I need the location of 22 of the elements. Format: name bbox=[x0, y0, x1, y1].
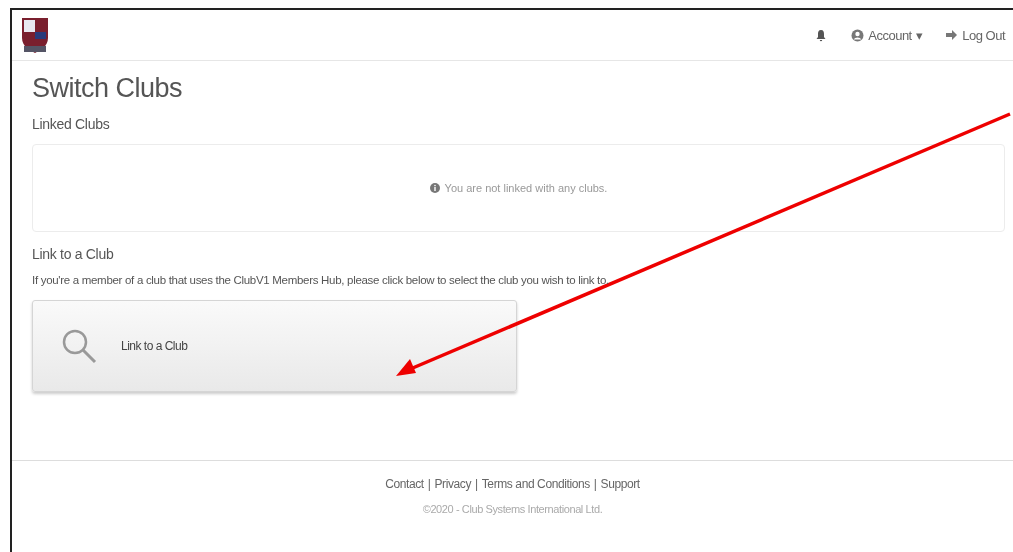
account-menu[interactable]: Account ▾ bbox=[851, 27, 923, 43]
instruction-text: If you're a member of a club that uses the ClubV1 Members Hub, please click below to select the club you wish to link to. bbox=[32, 274, 609, 286]
separator: | bbox=[593, 477, 597, 491]
footer-link[interactable]: Contact bbox=[385, 477, 424, 491]
caret-icon: ▾ bbox=[915, 27, 923, 43]
bell-icon[interactable] bbox=[815, 28, 828, 42]
exit-icon bbox=[946, 30, 959, 40]
separator: | bbox=[427, 477, 431, 491]
club-crest-logo[interactable] bbox=[20, 16, 50, 54]
page-title: Switch Clubs bbox=[32, 73, 184, 104]
separator: | bbox=[475, 477, 478, 491]
link-club-button[interactable]: Link to a Club bbox=[32, 300, 517, 392]
footer-link[interactable]: Support bbox=[600, 477, 640, 491]
section-heading: Link to a Club bbox=[32, 246, 115, 262]
empty-message: You are not linked with any clubs. bbox=[444, 182, 608, 194]
footer-link[interactable]: Terms and Conditions bbox=[481, 477, 590, 491]
section-heading: Linked Clubs bbox=[32, 116, 111, 132]
logout-link[interactable]: Log Out bbox=[946, 27, 1005, 43]
copyright-text: ©2020 - Club Systems International Ltd. bbox=[422, 503, 603, 515]
footer-link[interactable]: Privacy bbox=[434, 477, 472, 491]
info-icon bbox=[429, 183, 440, 193]
user-icon bbox=[851, 28, 865, 42]
